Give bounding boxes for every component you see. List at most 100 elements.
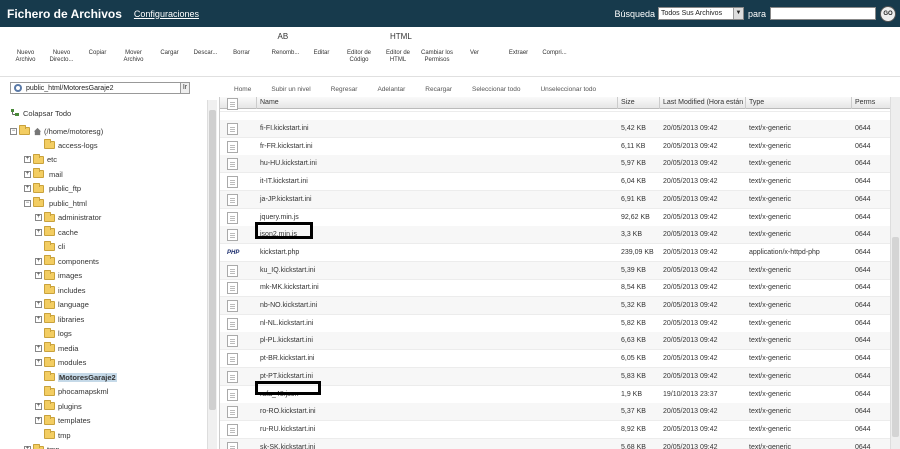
tree-item-logs[interactable]: logs <box>35 327 72 340</box>
file-row[interactable]: sk-SK.kickstart.ini 5,68 KB 20/05/2013 09:… <box>220 438 890 449</box>
cell-size: 5,97 KB <box>621 160 646 168</box>
nav-bar: Home Subir un nivel Regresar Adelantar Recar… <box>222 82 604 96</box>
html-editor-button[interactable]: HTML Editor de HTML <box>379 32 417 76</box>
expand-toggle-icon[interactable]: + <box>35 228 42 236</box>
file-row[interactable]: ru-RU.kickstart.ini 8,92 KB 20/05/2013 09:… <box>220 421 890 439</box>
tree-item-language[interactable]: + language <box>35 298 89 311</box>
expand-toggle-icon[interactable]: + <box>35 417 42 424</box>
compress-button[interactable]: Compri... <box>537 32 572 76</box>
select-all-button[interactable]: Seleccionar todo <box>460 85 520 94</box>
expand-toggle-icon[interactable]: + <box>35 214 42 221</box>
file-scrollbar[interactable] <box>890 97 900 449</box>
file-row[interactable]: fr-FR.kickstart.ini 6,11 KB 20/05/2013 09:… <box>220 138 890 156</box>
expand-toggle-icon[interactable]: + <box>24 185 31 192</box>
expand-toggle-icon[interactable]: + <box>35 257 42 265</box>
file-row[interactable]: ku_IQ.kickstart.ini 5,39 KB 20/05/2013 09:… <box>220 261 890 280</box>
expand-toggle-icon[interactable]: + <box>24 156 31 163</box>
tree-item-templates[interactable]: + templates <box>35 414 91 427</box>
tree-item-public-html[interactable]: − public_html <box>24 197 87 209</box>
expand-toggle-icon[interactable]: + <box>35 359 42 366</box>
download-button[interactable]: Descar... <box>188 32 223 76</box>
collapse-toggle-icon[interactable]: − <box>24 199 31 207</box>
tree-item-etc[interactable]: + etc <box>24 153 57 166</box>
rename-button[interactable]: AB Renomb... <box>268 32 303 76</box>
home-button[interactable]: Home <box>222 85 251 94</box>
up-level-button[interactable]: Subir un nivel <box>259 85 310 94</box>
extract-button[interactable]: Extraer <box>501 32 536 76</box>
collapse-toggle-icon[interactable]: − <box>10 127 17 135</box>
tree-item-includes[interactable]: includes <box>35 284 86 296</box>
file-row[interactable]: ja-JP.kickstart.ini 6,91 KB 20/05/2013 09:… <box>220 190 890 209</box>
tree-scrollbar[interactable] <box>207 100 217 449</box>
collapse-all-button[interactable]: Colapsar Todo <box>10 107 71 119</box>
expand-toggle-icon[interactable]: + <box>35 272 42 279</box>
new-file-button[interactable]: Nuevo Archivo <box>8 32 43 76</box>
expand-toggle-icon[interactable]: + <box>35 315 42 323</box>
tree-item-public-ftp[interactable]: + public_ftp <box>24 182 81 195</box>
file-table: Name Size Last Modified (Hora están Type… <box>219 97 890 449</box>
chevron-down-icon[interactable]: ▼ <box>732 8 743 19</box>
tree-item-libraries[interactable]: + libraries <box>35 313 84 325</box>
tree-item-tmp[interactable]: +tmp <box>24 443 60 449</box>
cell-name: kickstart.php <box>260 248 300 256</box>
view-button[interactable]: Ver <box>457 32 492 76</box>
tree-item-modules[interactable]: + modules <box>35 356 86 369</box>
tree-item-phocamapskml[interactable]: phocamapskml <box>35 385 108 398</box>
cell-size: 1,9 KB <box>621 390 643 398</box>
back-button[interactable]: Regresar <box>319 85 358 94</box>
expand-toggle-icon[interactable]: + <box>24 170 31 178</box>
file-row[interactable]: mk-MK.kickstart.ini 8,54 KB 20/05/2013 09:… <box>220 279 890 298</box>
new-folder-button[interactable]: Nuevo Directo... <box>44 32 79 76</box>
tree-item-media[interactable]: + media <box>35 342 78 354</box>
file-row[interactable]: fi-FI.kickstart.ini 5,42 KB 20/05/2013 09:… <box>220 120 890 138</box>
tree-item-cli[interactable]: cli <box>35 240 65 253</box>
file-row[interactable]: hu-HU.kickstart.ini 5,97 KB 20/05/2013 09:… <box>220 155 890 174</box>
folder-icon <box>44 414 55 425</box>
file-row[interactable]: nl-NL.kickstart.ini 5,82 KB 20/05/2013 09:… <box>220 315 890 333</box>
cell-size: 5,32 KB <box>621 302 646 309</box>
tree-scrollbar-thumb[interactable] <box>209 110 216 410</box>
path-input[interactable]: public_html/MotoresGaraje2 <box>10 82 190 94</box>
tree-item-administrator[interactable]: + administrator <box>35 211 101 224</box>
file-row[interactable]: it-IT.kickstart.ini 6,04 KB 20/05/2013 09:… <box>220 173 890 192</box>
file-row[interactable]: pl-PL.kickstart.ini 6,63 KB 20/05/2013 09:… <box>220 332 890 351</box>
search-input[interactable] <box>770 7 876 20</box>
tree-item-motoresgaraje2[interactable]: MotoresGaraje2 <box>35 371 117 383</box>
go-button[interactable]: GO <box>880 5 896 22</box>
tree-item-images[interactable]: + images <box>35 269 82 282</box>
tree-item-tmp[interactable]: tmp <box>35 429 71 441</box>
cell-size: 5,68 KB <box>621 443 646 449</box>
delete-button[interactable]: Borrar <box>224 32 259 76</box>
expand-toggle-icon[interactable]: + <box>35 344 42 352</box>
unselect-all-button[interactable]: Unseleccionar todo <box>528 85 596 94</box>
file-row[interactable]: nb-NO.kickstart.ini 5,32 KB 20/05/2013 09:… <box>220 297 890 315</box>
cell-type: text/x-generic <box>749 178 792 186</box>
file-row[interactable]: ro-RO.kickstart.ini 5,37 KB 20/05/2013 09:… <box>220 403 890 422</box>
edit-button[interactable]: Editar <box>304 32 339 76</box>
search-scope-select[interactable]: Todos Sus Archivos ▼ <box>657 7 744 20</box>
tree-item-mail[interactable]: + mail <box>24 168 63 180</box>
move-file-button[interactable]: Mover Archivo <box>116 32 151 76</box>
forward-button[interactable]: Adelantar <box>365 85 405 94</box>
file-row[interactable]: PHP kickstart.php 239,09 KB 20/05/2013 09:4… <box>220 244 890 262</box>
file-scrollbar-thumb[interactable] <box>892 237 899 437</box>
tree-item-plugins[interactable]: + plugins <box>35 400 82 412</box>
expand-toggle-icon[interactable]: + <box>35 402 42 410</box>
file-row[interactable]: jquery.min.js 92,62 KB 20/05/2013 09:42 tex… <box>220 209 890 227</box>
change-permissions-button[interactable]: Cambiar los Permisos <box>418 32 456 76</box>
upload-button[interactable]: Cargar <box>152 32 187 76</box>
tree-item-cache[interactable]: + cache <box>35 226 78 238</box>
code-editor-button[interactable]: Editor de Código <box>340 32 378 76</box>
cell-size: 5,83 KB <box>621 372 646 380</box>
expand-toggle-icon[interactable]: + <box>35 301 42 308</box>
copy-button[interactable]: Copiar <box>80 32 115 76</box>
tree-root[interactable]: − (/home/motoresg) <box>10 125 103 137</box>
file-row[interactable]: pt-BR.kickstart.ini 6,05 KB 20/05/2013 09:… <box>220 350 890 369</box>
tree-item-components[interactable]: + components <box>35 255 99 267</box>
file-row[interactable] <box>220 98 890 112</box>
file-row[interactable]: json2.min.js 3,3 KB 20/05/2013 09:42 text/x… <box>220 226 890 245</box>
reload-button[interactable]: Recargar <box>413 85 452 94</box>
tree-item-access-logs[interactable]: access-logs <box>35 139 98 151</box>
path-go-button[interactable]: Ir <box>180 82 190 94</box>
config-link[interactable]: Configuraciones <box>134 9 199 19</box>
